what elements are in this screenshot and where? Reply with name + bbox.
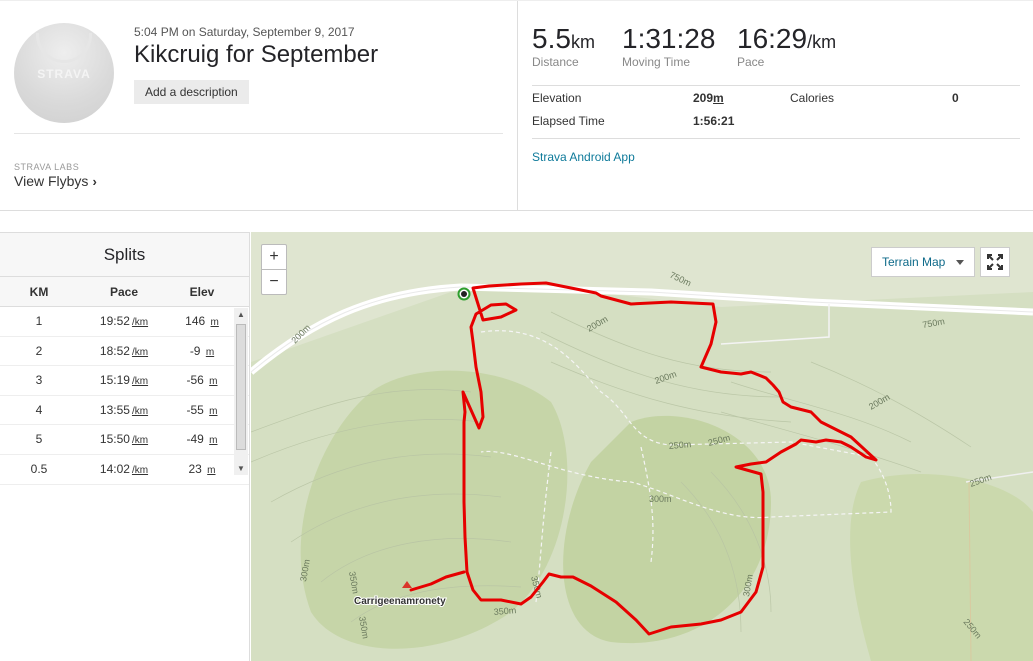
splits-panel: Splits KM Pace Elev 1 19:52/km 146 m 2 18:52…: [0, 232, 250, 661]
split-pace: 14:02/km: [99, 461, 149, 476]
finish-flag-icon: [461, 291, 467, 297]
device-app-link[interactable]: Strava Android App: [532, 150, 635, 164]
elevation-label: Elevation: [532, 91, 582, 105]
split-row[interactable]: 3 15:19/km -56 m: [0, 366, 249, 396]
column-header-pace: Pace: [109, 285, 139, 299]
avatar[interactable]: STRAVA: [14, 23, 114, 123]
splits-header: KM Pace Elev: [0, 277, 249, 307]
split-row[interactable]: 2 18:52/km -9 m: [0, 337, 249, 367]
split-row[interactable]: 1 19:52/km 146 m: [0, 307, 249, 337]
pace-stat: 16:29/km Pace: [737, 23, 836, 69]
pace-label: Pace: [737, 55, 765, 69]
scroll-down-icon[interactable]: ▼: [234, 464, 248, 473]
strava-labs-label: STRAVA LABS: [14, 162, 80, 172]
fullscreen-button[interactable]: [980, 247, 1010, 277]
divider: [532, 138, 1020, 139]
split-pace: 19:52/km: [99, 314, 149, 328]
split-pace: 18:52/km: [99, 343, 149, 358]
split-pace: 15:19/km: [99, 373, 149, 388]
elapsed-time-value: 1:56:21: [693, 114, 735, 128]
split-km: 0.5: [30, 461, 48, 476]
split-km: 1: [35, 314, 43, 328]
scrollbar-thumb[interactable]: [236, 324, 246, 450]
elapsed-time-label: Elapsed Time: [532, 114, 605, 128]
avatar-brand: STRAVA: [37, 67, 91, 81]
split-row[interactable]: 5 15:50/km -49 m: [0, 425, 249, 455]
activity-header: STRAVA 5:04 PM on Saturday, September 9,…: [0, 0, 1033, 211]
distance-label: Distance: [532, 55, 579, 69]
caret-down-icon: [956, 260, 964, 265]
map-type-label: Terrain Map: [882, 255, 946, 269]
scroll-up-icon[interactable]: ▲: [234, 310, 248, 319]
split-km: 2: [35, 343, 43, 358]
split-elev: 146 m: [185, 314, 219, 328]
split-elev: -55 m: [186, 402, 218, 417]
distance-unit: km: [570, 32, 595, 52]
activity-timestamp: 5:04 PM on Saturday, September 9, 2017: [134, 25, 355, 39]
split-elev: -49 m: [186, 432, 218, 447]
split-km: 3: [35, 373, 43, 388]
moving-time-stat: 1:31:28 Moving Time: [622, 23, 715, 69]
zoom-out-button[interactable]: −: [261, 269, 287, 295]
divider: [532, 85, 1020, 86]
activity-stats: 5.5km Distance 1:31:28 Moving Time 16:29…: [519, 1, 1033, 211]
divider: [14, 133, 503, 134]
svg-text:350m: 350m: [493, 605, 516, 617]
split-pace: 15:50/km: [99, 432, 149, 447]
calories-label: Calories: [790, 91, 835, 105]
split-elev: -56 m: [186, 373, 218, 388]
split-pace: 13:55/km: [99, 402, 149, 417]
view-flybys-label[interactable]: View Flybys: [14, 173, 88, 189]
split-elev: 23 m: [188, 461, 216, 476]
route-map[interactable]: 750m 750m 200m 200m 200m 200m 250m 250m …: [251, 232, 1033, 661]
zoom-in-button[interactable]: +: [261, 244, 287, 270]
split-elev: -9 m: [189, 343, 215, 358]
svg-text:250m: 250m: [668, 439, 691, 451]
elevation-value: 209m: [693, 91, 724, 105]
map-canvas[interactable]: 750m 750m 200m 200m 200m 200m 250m 250m …: [251, 232, 1033, 661]
splits-title: Splits: [0, 233, 249, 277]
pace-value: 16:29: [737, 23, 808, 54]
map-type-dropdown[interactable]: Terrain Map: [871, 247, 975, 277]
view-flybys-link[interactable]: View Flybys ›: [14, 173, 97, 189]
svg-text:300m: 300m: [649, 494, 672, 504]
split-km: 5: [35, 432, 43, 447]
add-description-button[interactable]: Add a description: [134, 80, 249, 104]
shirt-icon: [36, 33, 92, 63]
moving-time-label: Moving Time: [622, 55, 691, 69]
moving-time-value: 1:31:28: [622, 23, 716, 54]
split-row[interactable]: 4 13:55/km -55 m: [0, 396, 249, 426]
calories-value: 0: [952, 91, 959, 105]
activity-title[interactable]: Kikcruig for September: [134, 41, 378, 69]
splits-scrollbar[interactable]: ▲ ▼: [234, 308, 248, 475]
pace-unit: /km: [807, 32, 837, 52]
split-km: 4: [35, 402, 43, 417]
column-header-elev: Elev: [189, 285, 215, 299]
distance-stat: 5.5km Distance: [532, 23, 595, 69]
expand-icon: [987, 254, 1003, 270]
column-header-km: KM: [29, 285, 49, 299]
place-label: Carrigeenamronety: [354, 596, 446, 607]
splits-table-body: 1 19:52/km 146 m 2 18:52/km -9 m 3 15:19/km -56 …: [0, 307, 249, 485]
distance-value: 5.5: [532, 23, 571, 54]
split-row[interactable]: 0.5 14:02/km 23 m: [0, 455, 249, 485]
activity-summary: STRAVA 5:04 PM on Saturday, September 9,…: [0, 1, 518, 211]
chevron-right-icon: ›: [92, 174, 97, 189]
